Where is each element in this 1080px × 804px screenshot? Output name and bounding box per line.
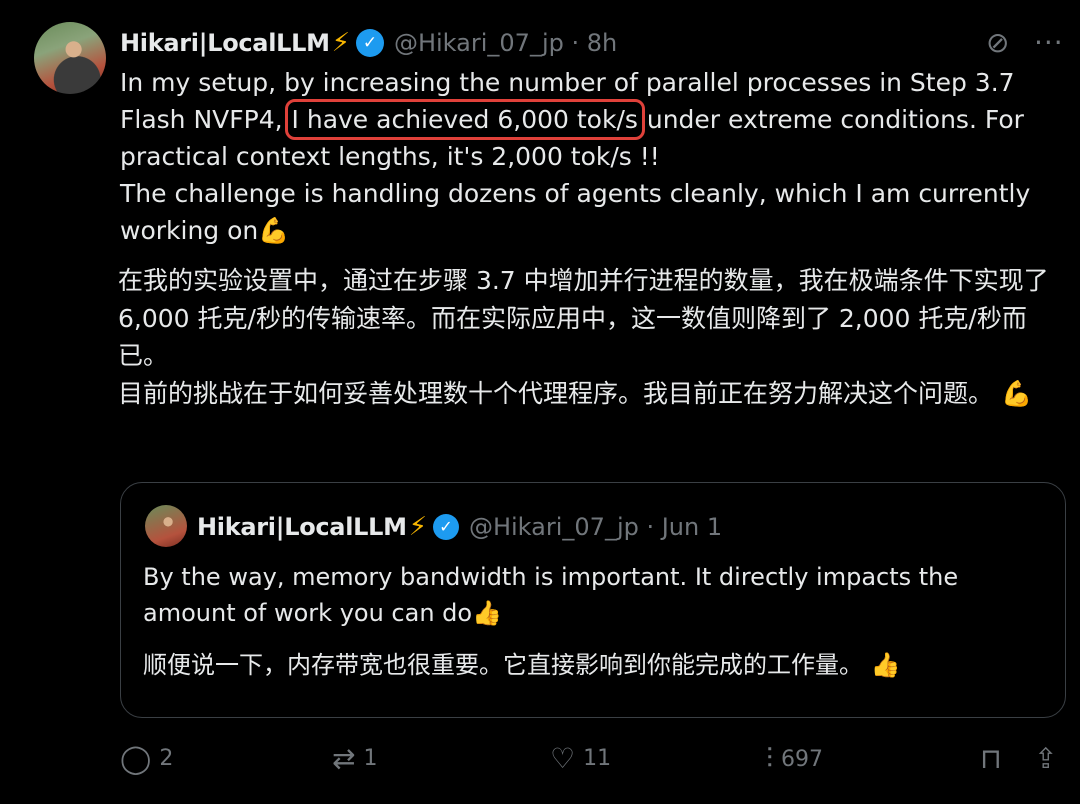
- reply-button[interactable]: ◯ 2: [120, 742, 173, 775]
- quoted-text-english: By the way, memory bandwidth is importan…: [143, 563, 959, 627]
- repost-icon: ⇄: [332, 742, 356, 775]
- repost-button[interactable]: ⇄ 1: [332, 742, 377, 775]
- quoted-tweet-card[interactable]: Hikari|LocalLLM ⚡ ✓ @Hikari_07_jp · Jun …: [120, 482, 1066, 718]
- reply-count: 2: [159, 746, 174, 771]
- verified-badge-icon: ✓: [355, 29, 384, 57]
- quoted-author-avatar: [145, 505, 187, 547]
- heart-icon: ♡: [550, 742, 576, 775]
- author-avatar[interactable]: [34, 22, 106, 94]
- like-count: 11: [583, 746, 612, 771]
- views-count: 697: [781, 746, 824, 772]
- grok-icon[interactable]: ⊘: [986, 26, 1009, 59]
- quoted-text-chinese: 顺便说一下，内存带宽也很重要。它直接影响到你能完成的工作量。 👍: [143, 651, 901, 679]
- lightning-emoji: ⚡: [408, 512, 427, 542]
- tweet-action-bar: ◯ 2 ⇄ 1 ♡ 11 ⫶ 697 ⊓ ⇪: [0, 742, 1080, 782]
- tweet-text-line: The challenge is handling dozens of agen…: [120, 179, 1031, 245]
- tweet-header: Hikari|LocalLLM ⚡ ✓ @Hikari_07_jp · 8h: [120, 24, 617, 62]
- quoted-tweet-header: Hikari|LocalLLM ⚡ ✓ @Hikari_07_jp · Jun …: [197, 509, 722, 545]
- like-button[interactable]: ♡ 11: [550, 742, 611, 775]
- share-button[interactable]: ⇪: [1034, 742, 1057, 775]
- highlighted-phrase: I have achieved 6,000 tok/s: [284, 99, 645, 140]
- lightning-emoji: ⚡: [331, 28, 350, 58]
- verified-badge-icon: ✓: [432, 514, 459, 540]
- views-button[interactable]: ⫶ 697: [766, 742, 823, 776]
- share-icon: ⇪: [1034, 742, 1058, 775]
- author-handle-time[interactable]: @Hikari_07_jp · 8h: [394, 29, 617, 57]
- bookmark-button[interactable]: ⊓: [980, 742, 1002, 775]
- tweet-text-english: In my setup, by increasing the number of…: [120, 64, 1070, 249]
- author-name[interactable]: Hikari|LocalLLM: [120, 29, 330, 57]
- bookmark-icon: ⊓: [980, 742, 1002, 775]
- quoted-handle-date: @Hikari_07_jp · Jun 1: [468, 513, 723, 541]
- tweet-text-zh-paragraph: 在我的实验设置中，通过在步骤 3.7 中增加并行进程的数量，我在极端条件下实现了…: [118, 266, 1049, 370]
- repost-count: 1: [363, 746, 378, 771]
- views-icon: ⫶: [766, 742, 774, 775]
- tweet-text-chinese: 在我的实验设置中，通过在步骤 3.7 中增加并行进程的数量，我在极端条件下实现了…: [118, 262, 1068, 412]
- more-options-icon[interactable]: ···: [1034, 26, 1064, 59]
- quoted-author-name: Hikari|LocalLLM: [197, 513, 407, 541]
- reply-icon: ◯: [120, 742, 152, 775]
- tweet-text-zh-paragraph: 目前的挑战在于如何妥善处理数十个代理程序。我目前正在努力解决这个问题。 💪: [118, 378, 1033, 408]
